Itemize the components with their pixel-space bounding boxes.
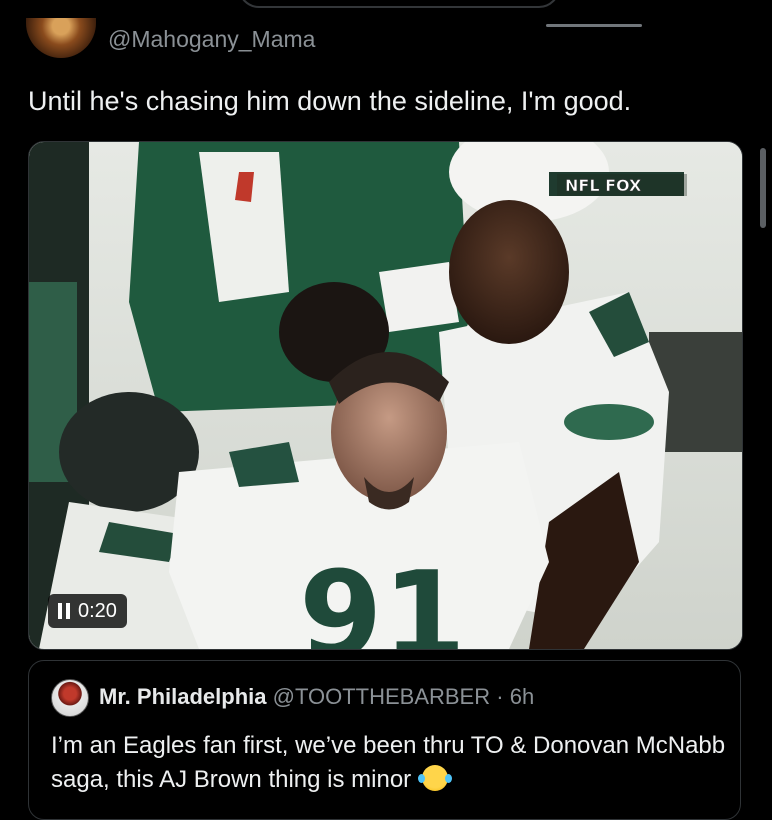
quote-author-avatar[interactable] — [51, 679, 89, 717]
video-player[interactable]: 91 NFL FOX — [28, 141, 743, 650]
broadcast-logo: NFL FOX — [557, 174, 687, 196]
tears-of-joy-emoji-icon — [417, 765, 452, 791]
quote-tweet-card[interactable]: Mr. Philadelphia @TOOTTHEBARBER · 6h I’m… — [28, 660, 741, 820]
quote-timestamp[interactable]: 6h — [510, 684, 534, 709]
tweet-text: Until he's chasing him down the sideline… — [28, 86, 632, 116]
quote-text-block: I’m an Eagles fan first, we’ve been thru… — [51, 729, 731, 797]
jersey-number: 91 — [299, 547, 466, 649]
video-frame: 91 NFL FOX — [29, 142, 742, 649]
quote-author-name[interactable]: Mr. Philadelphia — [99, 684, 266, 709]
quote-separator: · — [496, 684, 504, 709]
quote-text: I’m an Eagles fan first, we’ve been thru… — [51, 732, 726, 793]
author-handle[interactable]: @Mahogany_Mama — [108, 26, 315, 53]
quote-author-handle[interactable]: @TOOTTHEBARBER — [273, 684, 491, 709]
top-divider — [546, 24, 642, 27]
video-time: 0:20 — [78, 599, 117, 622]
quote-header: Mr. Philadelphia @TOOTTHEBARBER · 6h — [99, 684, 534, 710]
author-avatar[interactable] — [26, 18, 96, 58]
pause-icon[interactable] — [58, 603, 70, 619]
top-pill-control[interactable] — [238, 0, 560, 8]
scrollbar[interactable] — [760, 148, 766, 228]
video-time-badge[interactable]: 0:20 — [48, 594, 127, 628]
broadcast-logo-text: NFL FOX — [565, 176, 642, 195]
